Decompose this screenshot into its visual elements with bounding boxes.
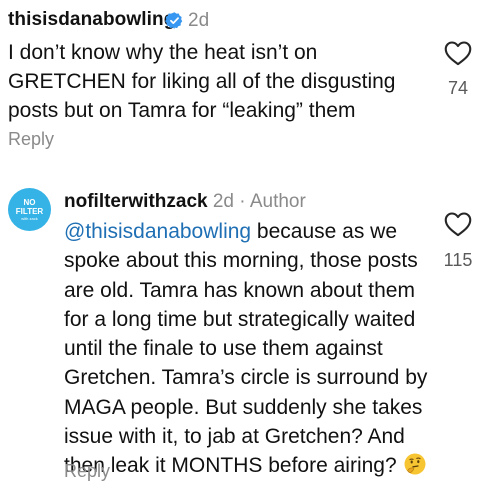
avatar-text-line2: FILTER bbox=[15, 206, 44, 216]
comment-2-body: because as we spoke about this morning, … bbox=[64, 220, 428, 478]
comment-1-username[interactable]: thisisdanabowling bbox=[8, 9, 175, 31]
verified-badge-icon bbox=[165, 12, 183, 29]
heart-icon[interactable] bbox=[444, 211, 472, 237]
heart-icon[interactable] bbox=[444, 40, 472, 66]
comment-1-text: I don’t know why the heat isn’t on GRETC… bbox=[8, 41, 396, 122]
comment-2-reply-button[interactable]: Reply bbox=[64, 461, 110, 482]
comment-2-text: @thisisdanabowling because as we spoke a… bbox=[64, 217, 436, 481]
comment-2-timestamp: 2d bbox=[212, 191, 234, 212]
comment-1-like-count[interactable]: 74 bbox=[438, 78, 478, 99]
comment-1-timestamp: 2d bbox=[188, 10, 210, 31]
mention-link[interactable]: @thisisdanabowling bbox=[64, 220, 251, 243]
avatar[interactable]: NO FILTER with zack bbox=[8, 188, 51, 231]
avatar-text-line3: with zack bbox=[21, 215, 38, 221]
author-label: Author bbox=[249, 191, 306, 212]
thinking-face-icon bbox=[404, 453, 426, 475]
avatar-text-line1: NO bbox=[23, 197, 36, 207]
comment-2-like-count[interactable]: 115 bbox=[438, 250, 478, 271]
meta-separator: · bbox=[239, 191, 246, 212]
comment-2-username[interactable]: nofilterwithzack bbox=[64, 191, 208, 212]
comment-2-header: nofilterwithzack 2d · Author bbox=[64, 191, 306, 213]
comment-1-reply-button[interactable]: Reply bbox=[8, 129, 54, 150]
